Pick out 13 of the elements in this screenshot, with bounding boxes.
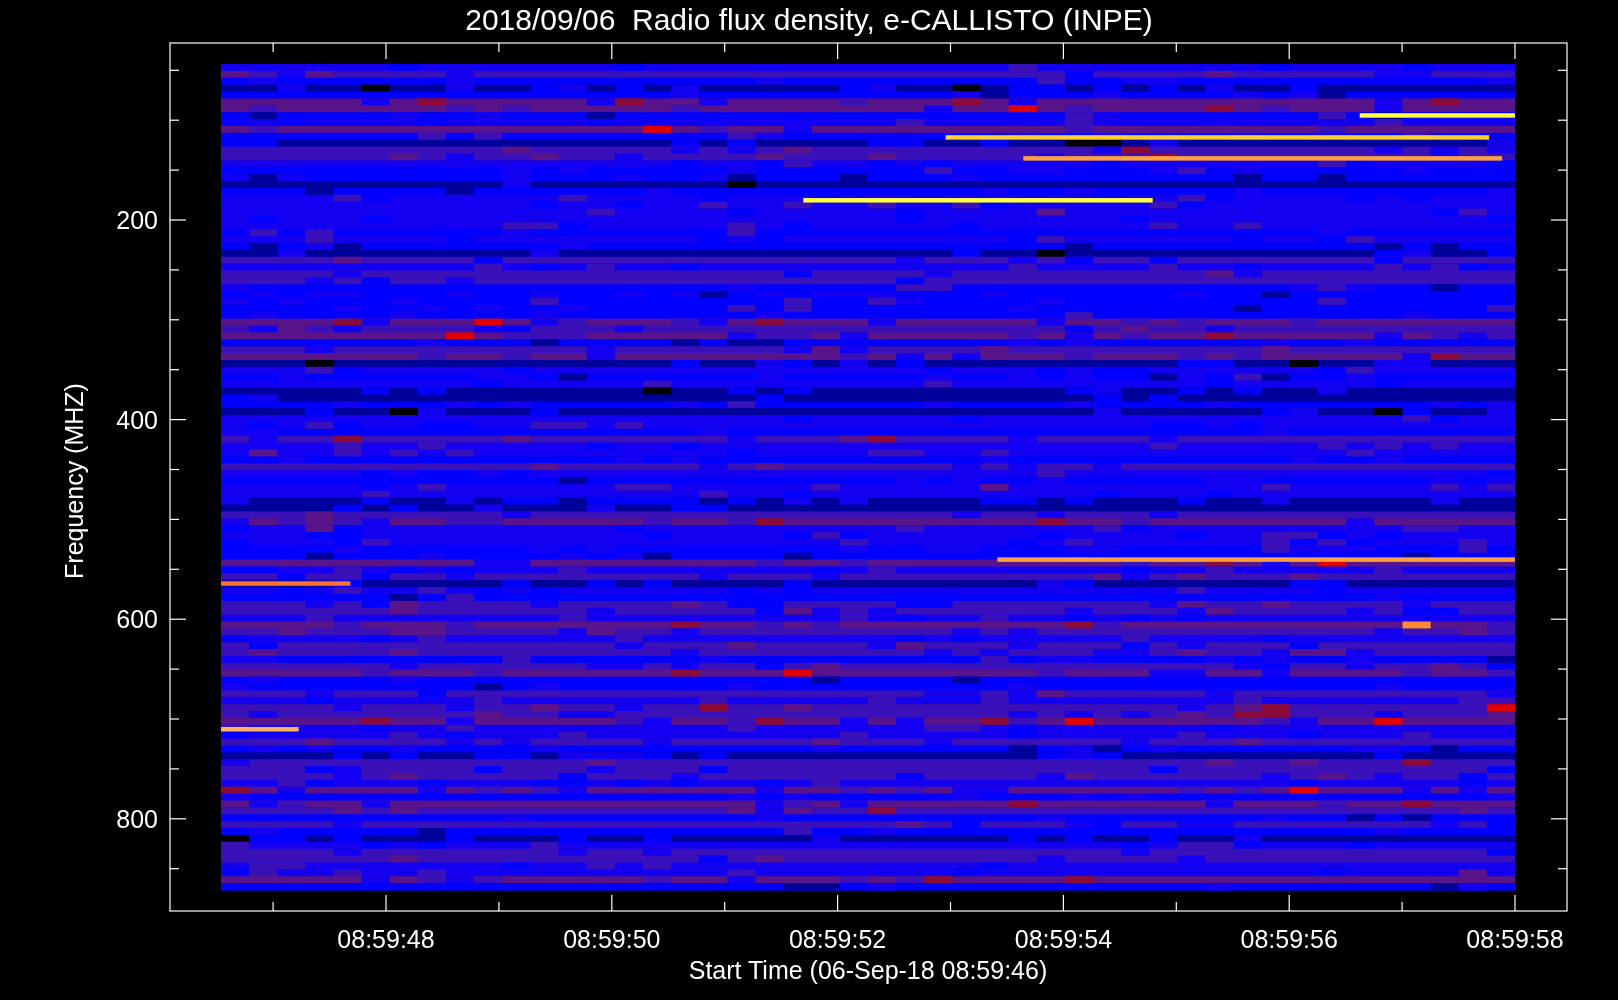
- x-tick-label: 08:59:56: [1240, 925, 1338, 953]
- y-tick-label: 800: [116, 804, 158, 833]
- x-tick-label: 08:59:52: [788, 925, 887, 953]
- x-tick-label: 08:59:54: [1014, 925, 1113, 953]
- y-tick-label: 600: [116, 605, 158, 634]
- y-axis-label: Frequency (MHZ): [60, 383, 88, 579]
- x-axis-label: Start Time (06-Sep-18 08:59:46): [688, 956, 1048, 984]
- x-tick-label: 08:59:50: [563, 925, 661, 953]
- x-tick-label: 08:59:48: [337, 925, 435, 953]
- chart-title: 2018/09/06 Radio flux density, e-CALLISTO (INPE): [465, 3, 1153, 36]
- x-tick-label: 08:59:58: [1466, 925, 1564, 953]
- y-tick-label: 400: [116, 405, 158, 434]
- y-tick-label: 200: [116, 206, 158, 234]
